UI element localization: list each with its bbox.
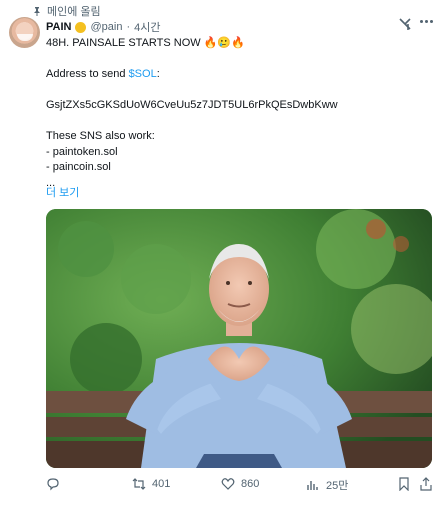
- share-icon: [420, 477, 432, 491]
- retweet-button[interactable]: 401: [132, 477, 170, 491]
- author-handle[interactable]: @pain: [90, 21, 122, 33]
- share-button[interactable]: [419, 477, 433, 491]
- pinned-indicator: 메인에 올림: [32, 3, 101, 19]
- views-button[interactable]: 25만: [306, 477, 348, 493]
- sns-item-1: - paintoken.sol: [46, 145, 118, 158]
- tweet-text: 48H. PAINSALE STARTS NOW 🔥🥲🔥 Address to …: [46, 36, 426, 191]
- verified-badge-icon: [75, 21, 87, 33]
- like-count: 860: [241, 478, 260, 490]
- bookmark-button[interactable]: [397, 477, 411, 491]
- sns-item-2: - paincoin.sol: [46, 161, 111, 173]
- ellipsis: ...: [46, 176, 56, 189]
- address-suffix: :: [156, 68, 160, 80]
- pin-icon: [34, 7, 40, 16]
- views-icon: [307, 481, 318, 490]
- show-more-link[interactable]: 더 보기: [46, 184, 79, 200]
- tweet-time[interactable]: 4시간: [134, 19, 160, 35]
- tweet-photo[interactable]: [46, 209, 432, 468]
- address-prefix: Address to send: [46, 68, 129, 80]
- like-button[interactable]: 860: [221, 477, 259, 491]
- address-line: Address to send $SOL:: [46, 67, 426, 83]
- avatar[interactable]: [9, 17, 40, 48]
- grok-icon[interactable]: [398, 17, 412, 31]
- pinned-label: 메인에 올림: [47, 6, 101, 18]
- tweet-line-1: 48H. PAINSALE STARTS NOW 🔥🥲🔥: [46, 37, 245, 49]
- more-icon[interactable]: [420, 20, 433, 23]
- bookmark-icon: [399, 477, 409, 491]
- reply-button[interactable]: [46, 477, 66, 491]
- views-count: 25만: [326, 480, 349, 492]
- sns-intro: These SNS also work:: [46, 130, 155, 142]
- tweet-header: PAIN @pain · 4시간: [46, 19, 160, 35]
- photo-illustration: [46, 209, 432, 468]
- cashtag-link[interactable]: $SOL: [129, 68, 157, 80]
- header-separator: ·: [126, 21, 131, 33]
- reply-icon: [47, 478, 59, 491]
- retweet-icon: [132, 478, 146, 490]
- tweet-actions: 401 860 25만: [0, 477, 441, 495]
- like-icon: [221, 478, 235, 490]
- wallet-address: GsjtZXs5cGKSdUoW6CveUu5z7JDT5UL6rPkQEsDw…: [46, 99, 338, 111]
- retweet-count: 401: [152, 478, 171, 490]
- author-name[interactable]: PAIN: [46, 21, 71, 33]
